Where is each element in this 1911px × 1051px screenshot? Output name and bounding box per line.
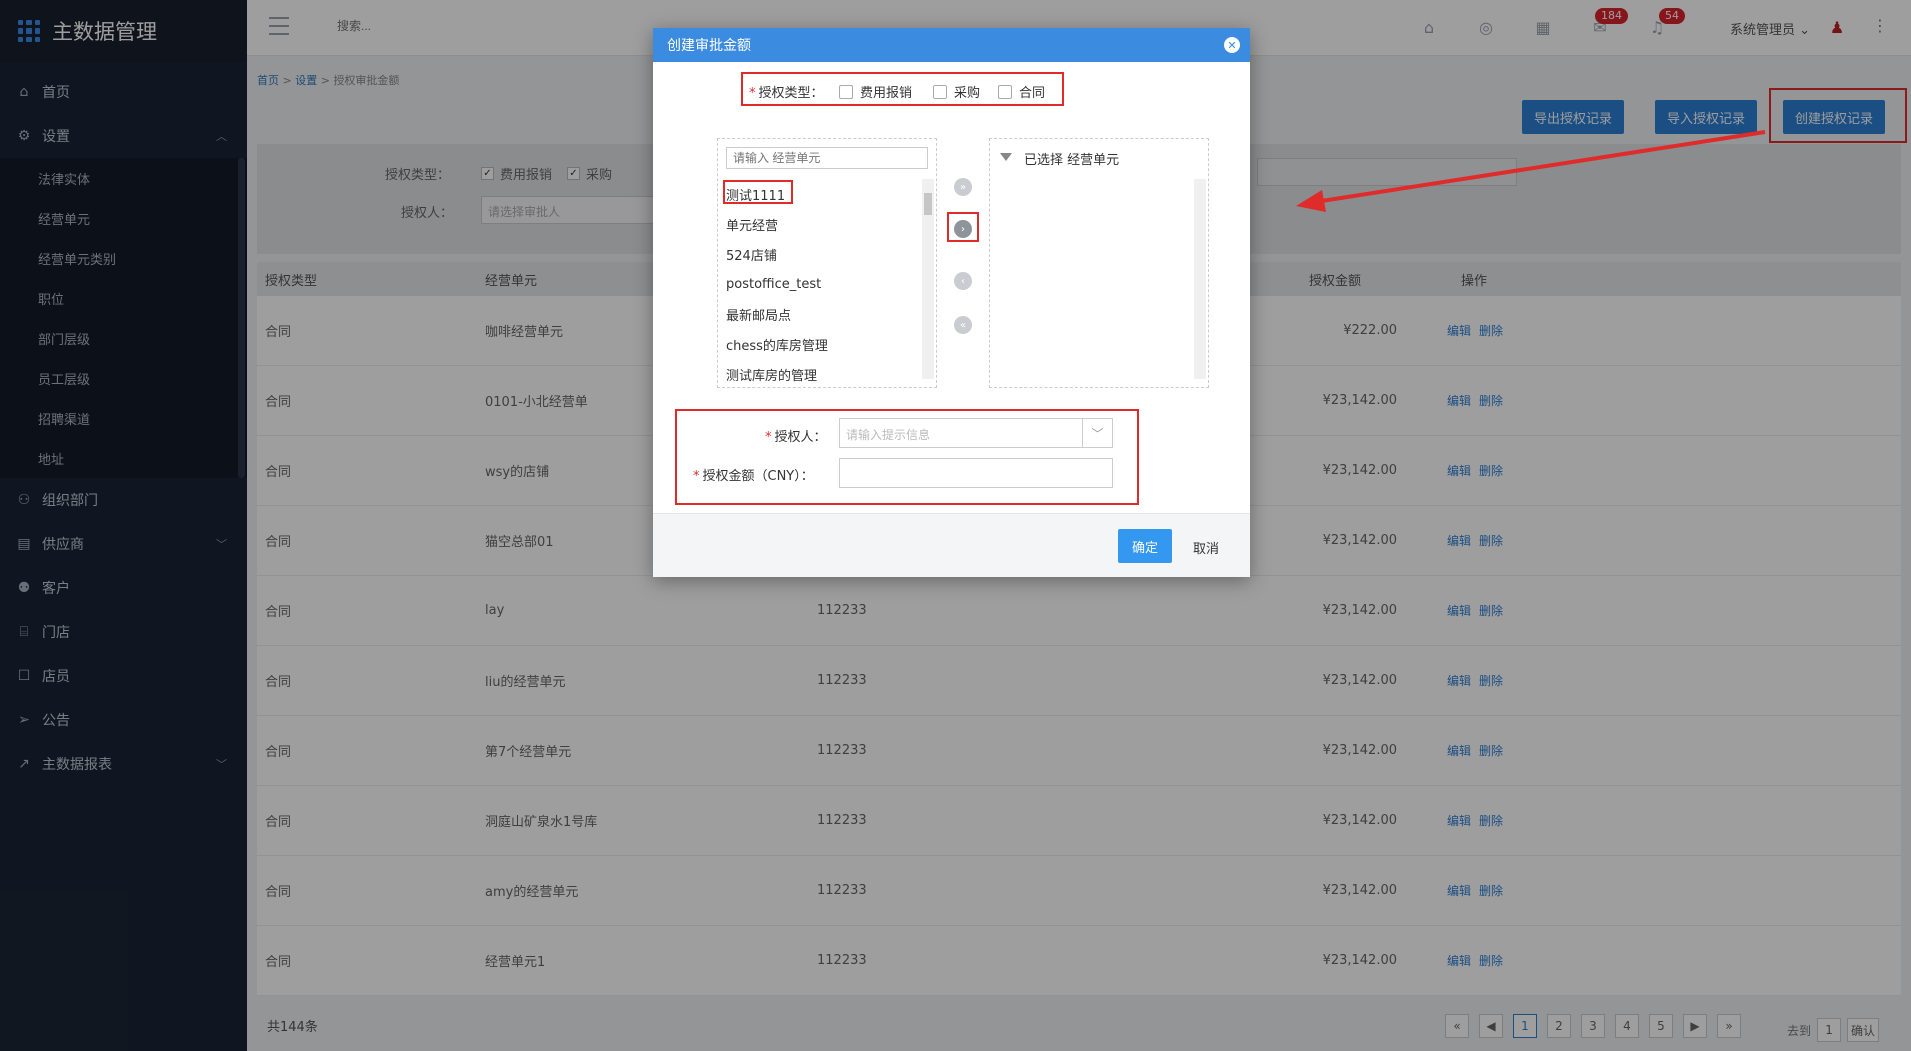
move-all-right-icon[interactable]: »: [954, 178, 972, 196]
checkbox-box: [839, 84, 853, 99]
selected-title: 已选择 经营单元: [1024, 153, 1120, 168]
checkbox-box: [933, 84, 947, 99]
unit-source-panel: 测试1111 单元经营 524店铺 postoffice_test 最新邮局点 …: [717, 138, 937, 388]
confirm-button[interactable]: 确定: [1118, 529, 1172, 563]
unit-source-list: 测试1111 单元经营 524店铺 postoffice_test 最新邮局点 …: [726, 179, 828, 389]
unit-search-input[interactable]: [726, 147, 928, 169]
type-expense-checkbox[interactable]: 费用报销: [839, 82, 912, 101]
unit-item[interactable]: 524店铺: [726, 239, 828, 269]
cancel-button[interactable]: 取消: [1193, 538, 1219, 557]
move-right-highlight: [947, 212, 979, 242]
selected-list-scrollbar[interactable]: [1194, 179, 1206, 379]
dialog-header: 创建审批金额 ✕: [653, 28, 1250, 62]
unit-item[interactable]: postoffice_test: [726, 269, 828, 299]
unit-list-scrollbar[interactable]: [922, 179, 934, 379]
type-purchase-checkbox[interactable]: 采购: [933, 82, 980, 101]
create-approval-dialog: 创建审批金额 ✕ *授权类型： 费用报销 采购 合同 测试1111 单元经营 5…: [653, 28, 1250, 577]
unit-item[interactable]: chess的库房管理: [726, 329, 828, 359]
unit-item[interactable]: 单元经营: [726, 209, 828, 239]
unit-item-highlight: [723, 180, 793, 204]
move-all-left-icon[interactable]: «: [954, 316, 972, 334]
unit-item[interactable]: 最新邮局点: [726, 299, 828, 329]
dialog-title: 创建审批金额: [667, 38, 751, 54]
type-contract-checkbox[interactable]: 合同: [998, 82, 1045, 101]
chevron-down-icon[interactable]: ﹀: [1082, 419, 1112, 447]
unit-item[interactable]: 测试库房的管理: [726, 359, 828, 389]
caret-down-icon[interactable]: [1000, 153, 1012, 161]
dialog-amount-label: * 授权金额（CNY）：: [693, 469, 814, 484]
close-icon[interactable]: ✕: [1224, 37, 1240, 53]
dialog-footer: 确定 取消: [653, 513, 1250, 577]
approver-input[interactable]: 请输入提示信息 ﹀: [839, 418, 1113, 448]
unit-selected-panel: 已选择 经营单元: [989, 138, 1209, 388]
move-left-icon[interactable]: ‹: [954, 272, 972, 290]
amount-input[interactable]: [839, 458, 1113, 488]
dialog-type-label: * 授权类型：: [749, 86, 824, 101]
checkbox-box: [998, 84, 1012, 99]
dialog-approver-label: * 授权人：: [765, 430, 827, 445]
